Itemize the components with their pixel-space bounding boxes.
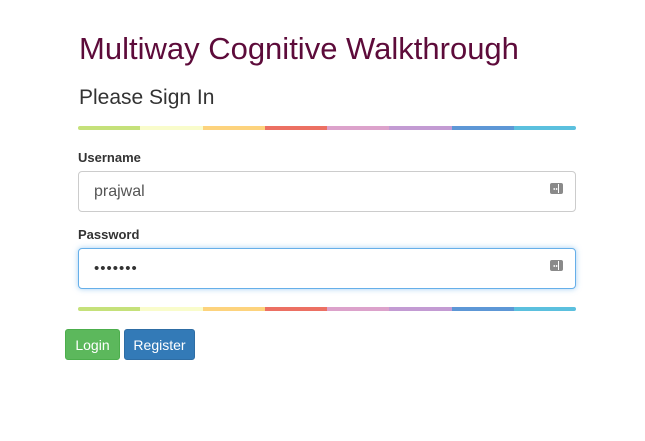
password-field-container [78,248,576,289]
app-title: Multiway Cognitive Walkthrough [79,31,519,66]
divider-segment [513,126,576,130]
sign-in-heading: Please Sign In [79,86,215,109]
divider-segment [327,307,390,311]
login-button[interactable]: Login [65,329,120,360]
divider-segment [264,126,327,130]
username-label: Username [78,150,141,165]
divider-segment [327,126,390,130]
divider-segment [451,307,514,311]
divider-segment [389,307,452,311]
login-page: Multiway Cognitive Walkthrough Please Si… [0,0,645,441]
username-field-container [78,171,576,212]
username-input[interactable] [79,172,575,211]
divider-segment [202,307,265,311]
divider-segment [78,307,141,311]
register-button[interactable]: Register [124,329,195,360]
divider-segment [389,126,452,130]
password-input[interactable] [79,249,575,288]
divider-segment [264,307,327,311]
divider-segment [451,126,514,130]
top-rainbow-divider [78,126,576,130]
divider-segment [140,126,203,130]
divider-segment [202,126,265,130]
divider-segment [513,307,576,311]
autofill-card-icon[interactable] [550,260,563,271]
bottom-rainbow-divider [78,307,576,311]
divider-segment [140,307,203,311]
password-label: Password [78,227,140,242]
autofill-card-icon[interactable] [550,183,563,194]
divider-segment [78,126,141,130]
